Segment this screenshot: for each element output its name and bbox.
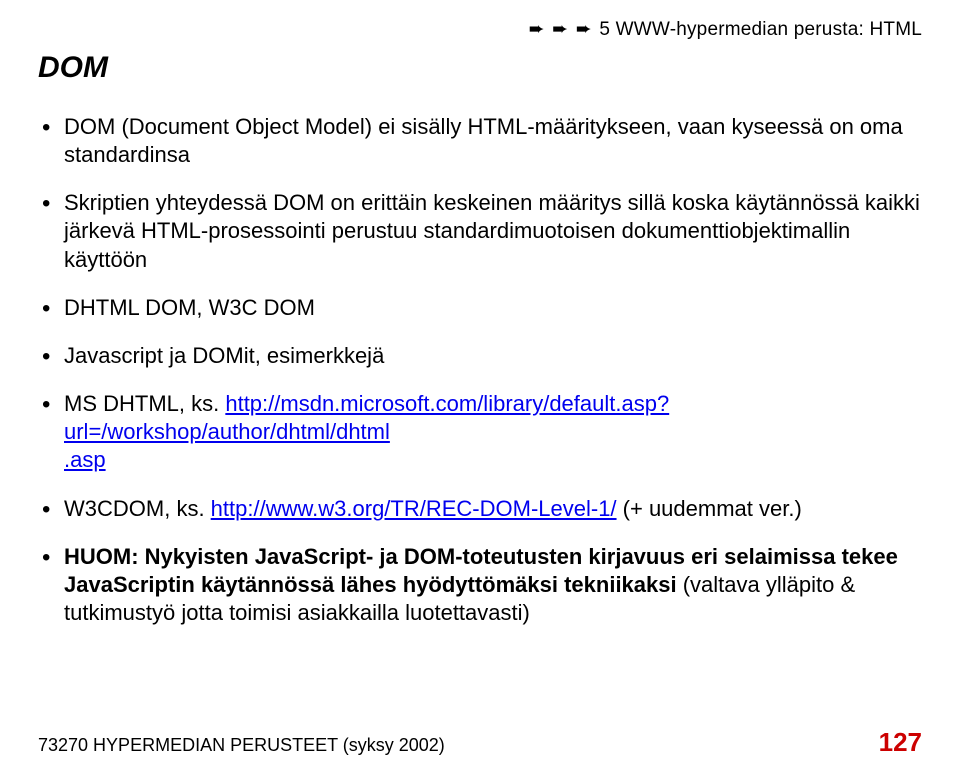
list-item: W3CDOM, ks. http://www.w3.org/TR/REC-DOM… <box>42 495 922 523</box>
bullet-text: W3CDOM, ks. <box>64 496 211 521</box>
w3c-link[interactable]: http://www.w3.org/TR/REC-DOM-Level-1/ <box>211 496 617 521</box>
bullet-text-tail: (+ uudemmat ver.) <box>617 496 802 521</box>
bullet-text: Skriptien yhteydessä DOM on erittäin kes… <box>64 190 920 271</box>
breadcrumb-text: 5 WWW-hypermedian perusta: HTML <box>599 19 922 40</box>
bullet-text: MS DHTML, ks. <box>64 391 225 416</box>
list-item: DOM (Document Object Model) ei sisälly H… <box>42 113 922 169</box>
list-item: MS DHTML, ks. http://msdn.microsoft.com/… <box>42 390 922 474</box>
list-item: Javascript ja DOMit, esimerkkejä <box>42 342 922 370</box>
bullet-list: DOM (Document Object Model) ei sisälly H… <box>38 113 922 627</box>
arrow-icon: ➨ <box>529 18 545 41</box>
page-number: 127 <box>879 727 922 758</box>
bullet-text: DHTML DOM, W3C DOM <box>64 295 315 320</box>
footer: 73270 HYPERMEDIAN PERUSTEET (syksy 2002)… <box>38 727 922 758</box>
list-item: Skriptien yhteydessä DOM on erittäin kes… <box>42 189 922 273</box>
page-title: DOM <box>38 51 922 85</box>
breadcrumb: ➨ ➨ ➨ 5 WWW-hypermedian perusta: HTML <box>38 18 922 41</box>
footer-course: 73270 HYPERMEDIAN PERUSTEET (syksy 2002) <box>38 735 445 756</box>
bullet-text: Javascript ja DOMit, esimerkkejä <box>64 343 384 368</box>
arrow-icon: ➨ <box>576 18 592 41</box>
arrow-icon: ➨ <box>552 18 568 41</box>
bullet-text: DOM (Document Object Model) ei sisälly H… <box>64 114 903 167</box>
msdn-link-ext[interactable]: .asp <box>64 447 106 472</box>
list-item: HUOM: Nykyisten JavaScript- ja DOM-toteu… <box>42 543 922 627</box>
list-item: DHTML DOM, W3C DOM <box>42 294 922 322</box>
